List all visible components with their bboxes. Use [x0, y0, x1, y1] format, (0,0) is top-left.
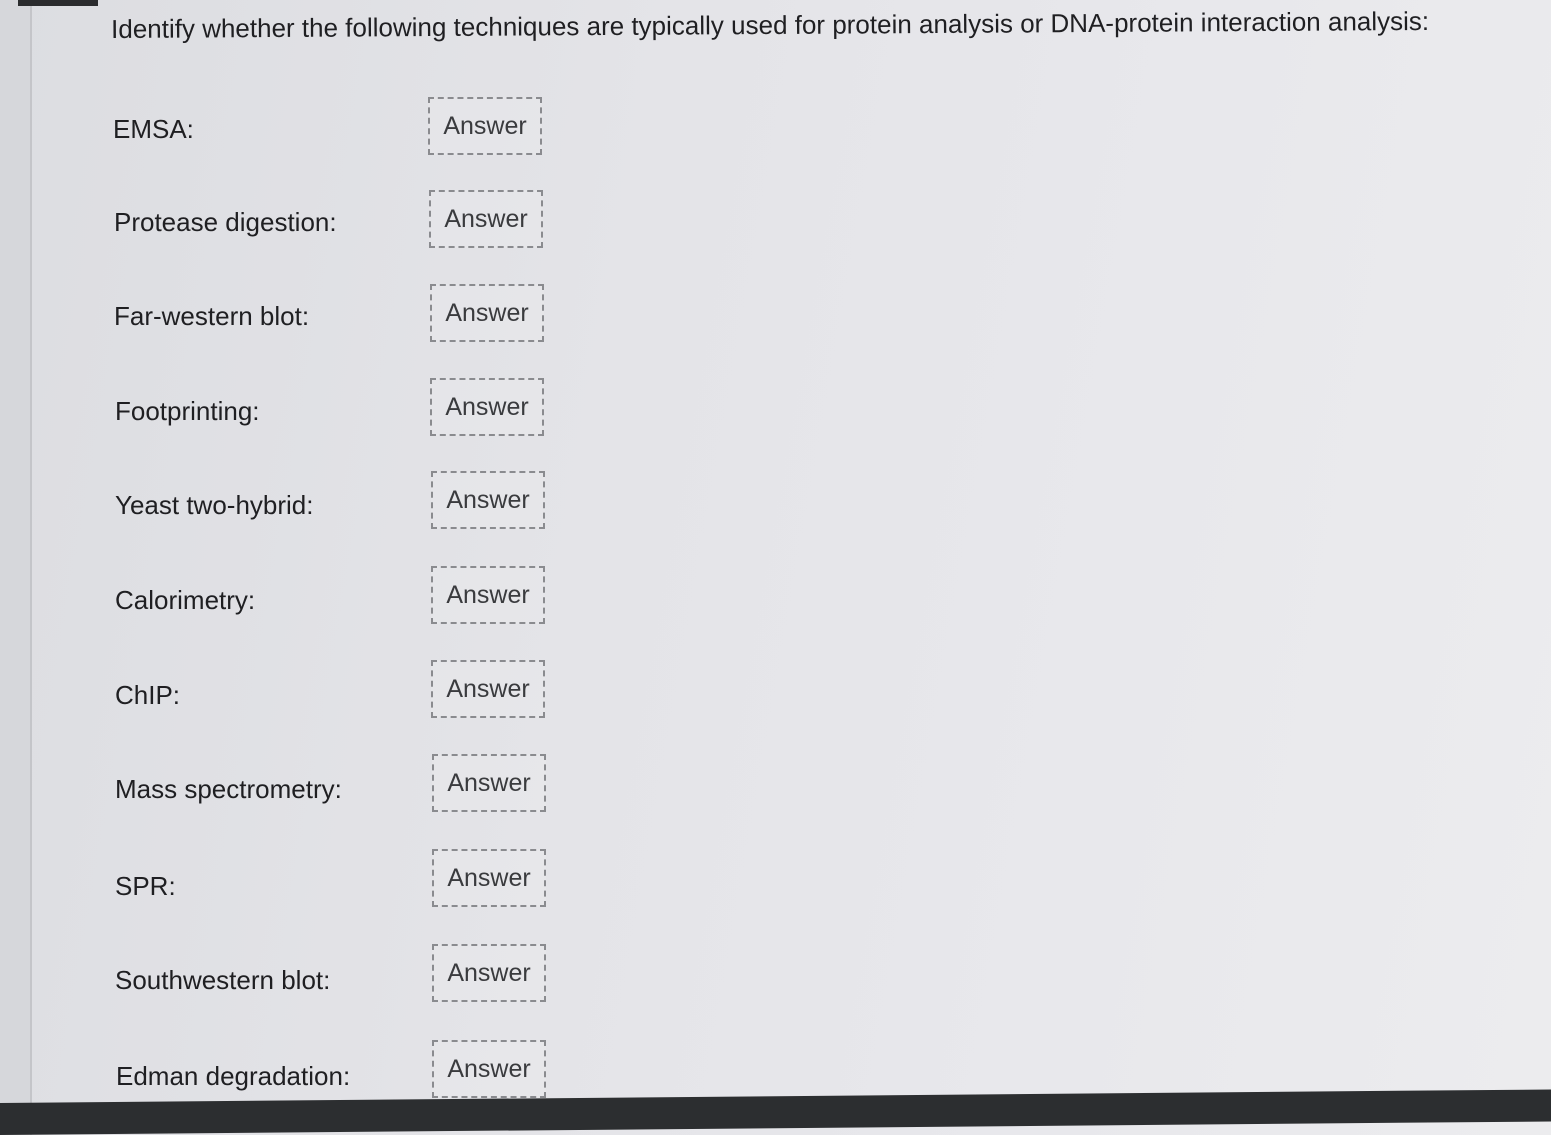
label-emsa: EMSA: [113, 114, 194, 144]
answer-drop-zone-chip[interactable]: Answer [431, 660, 545, 718]
top-tab [18, 0, 98, 6]
label-far-western-blot: Far-western blot: [114, 301, 310, 331]
answer-drop-zone-footprinting[interactable]: Answer [430, 378, 544, 436]
label-edman-degradation: Edman degradation: [116, 1061, 351, 1091]
label-calorimetry: Calorimetry: [115, 585, 256, 615]
answer-drop-zone-calorimetry[interactable]: Answer [431, 566, 545, 624]
left-gutter [0, 0, 32, 1135]
screen: Identify whether the following technique… [0, 0, 1551, 1135]
answer-drop-zone-emsa[interactable]: Answer [428, 97, 542, 155]
label-footprinting: Footprinting: [115, 396, 260, 426]
answer-drop-zone-protease-digestion[interactable]: Answer [429, 190, 543, 248]
label-protease-digestion: Protease digestion: [114, 207, 337, 237]
label-yeast-two-hybrid: Yeast two-hybrid: [115, 490, 314, 520]
answer-drop-zone-spr[interactable]: Answer [432, 849, 546, 907]
answer-drop-zone-southwestern-blot[interactable]: Answer [432, 944, 546, 1002]
bottom-bezel [0, 1089, 1551, 1135]
answer-drop-zone-edman-degradation[interactable]: Answer [432, 1040, 546, 1098]
answer-drop-zone-mass-spectrometry[interactable]: Answer [432, 754, 546, 812]
answer-drop-zone-far-western-blot[interactable]: Answer [430, 284, 544, 342]
question-text: Identify whether the following technique… [111, 5, 1430, 44]
label-chip: ChIP: [115, 680, 181, 710]
label-spr: SPR: [115, 871, 176, 901]
label-mass-spectrometry: Mass spectrometry: [115, 774, 342, 804]
answer-drop-zone-yeast-two-hybrid[interactable]: Answer [431, 471, 545, 529]
label-southwestern-blot: Southwestern blot: [115, 965, 331, 995]
